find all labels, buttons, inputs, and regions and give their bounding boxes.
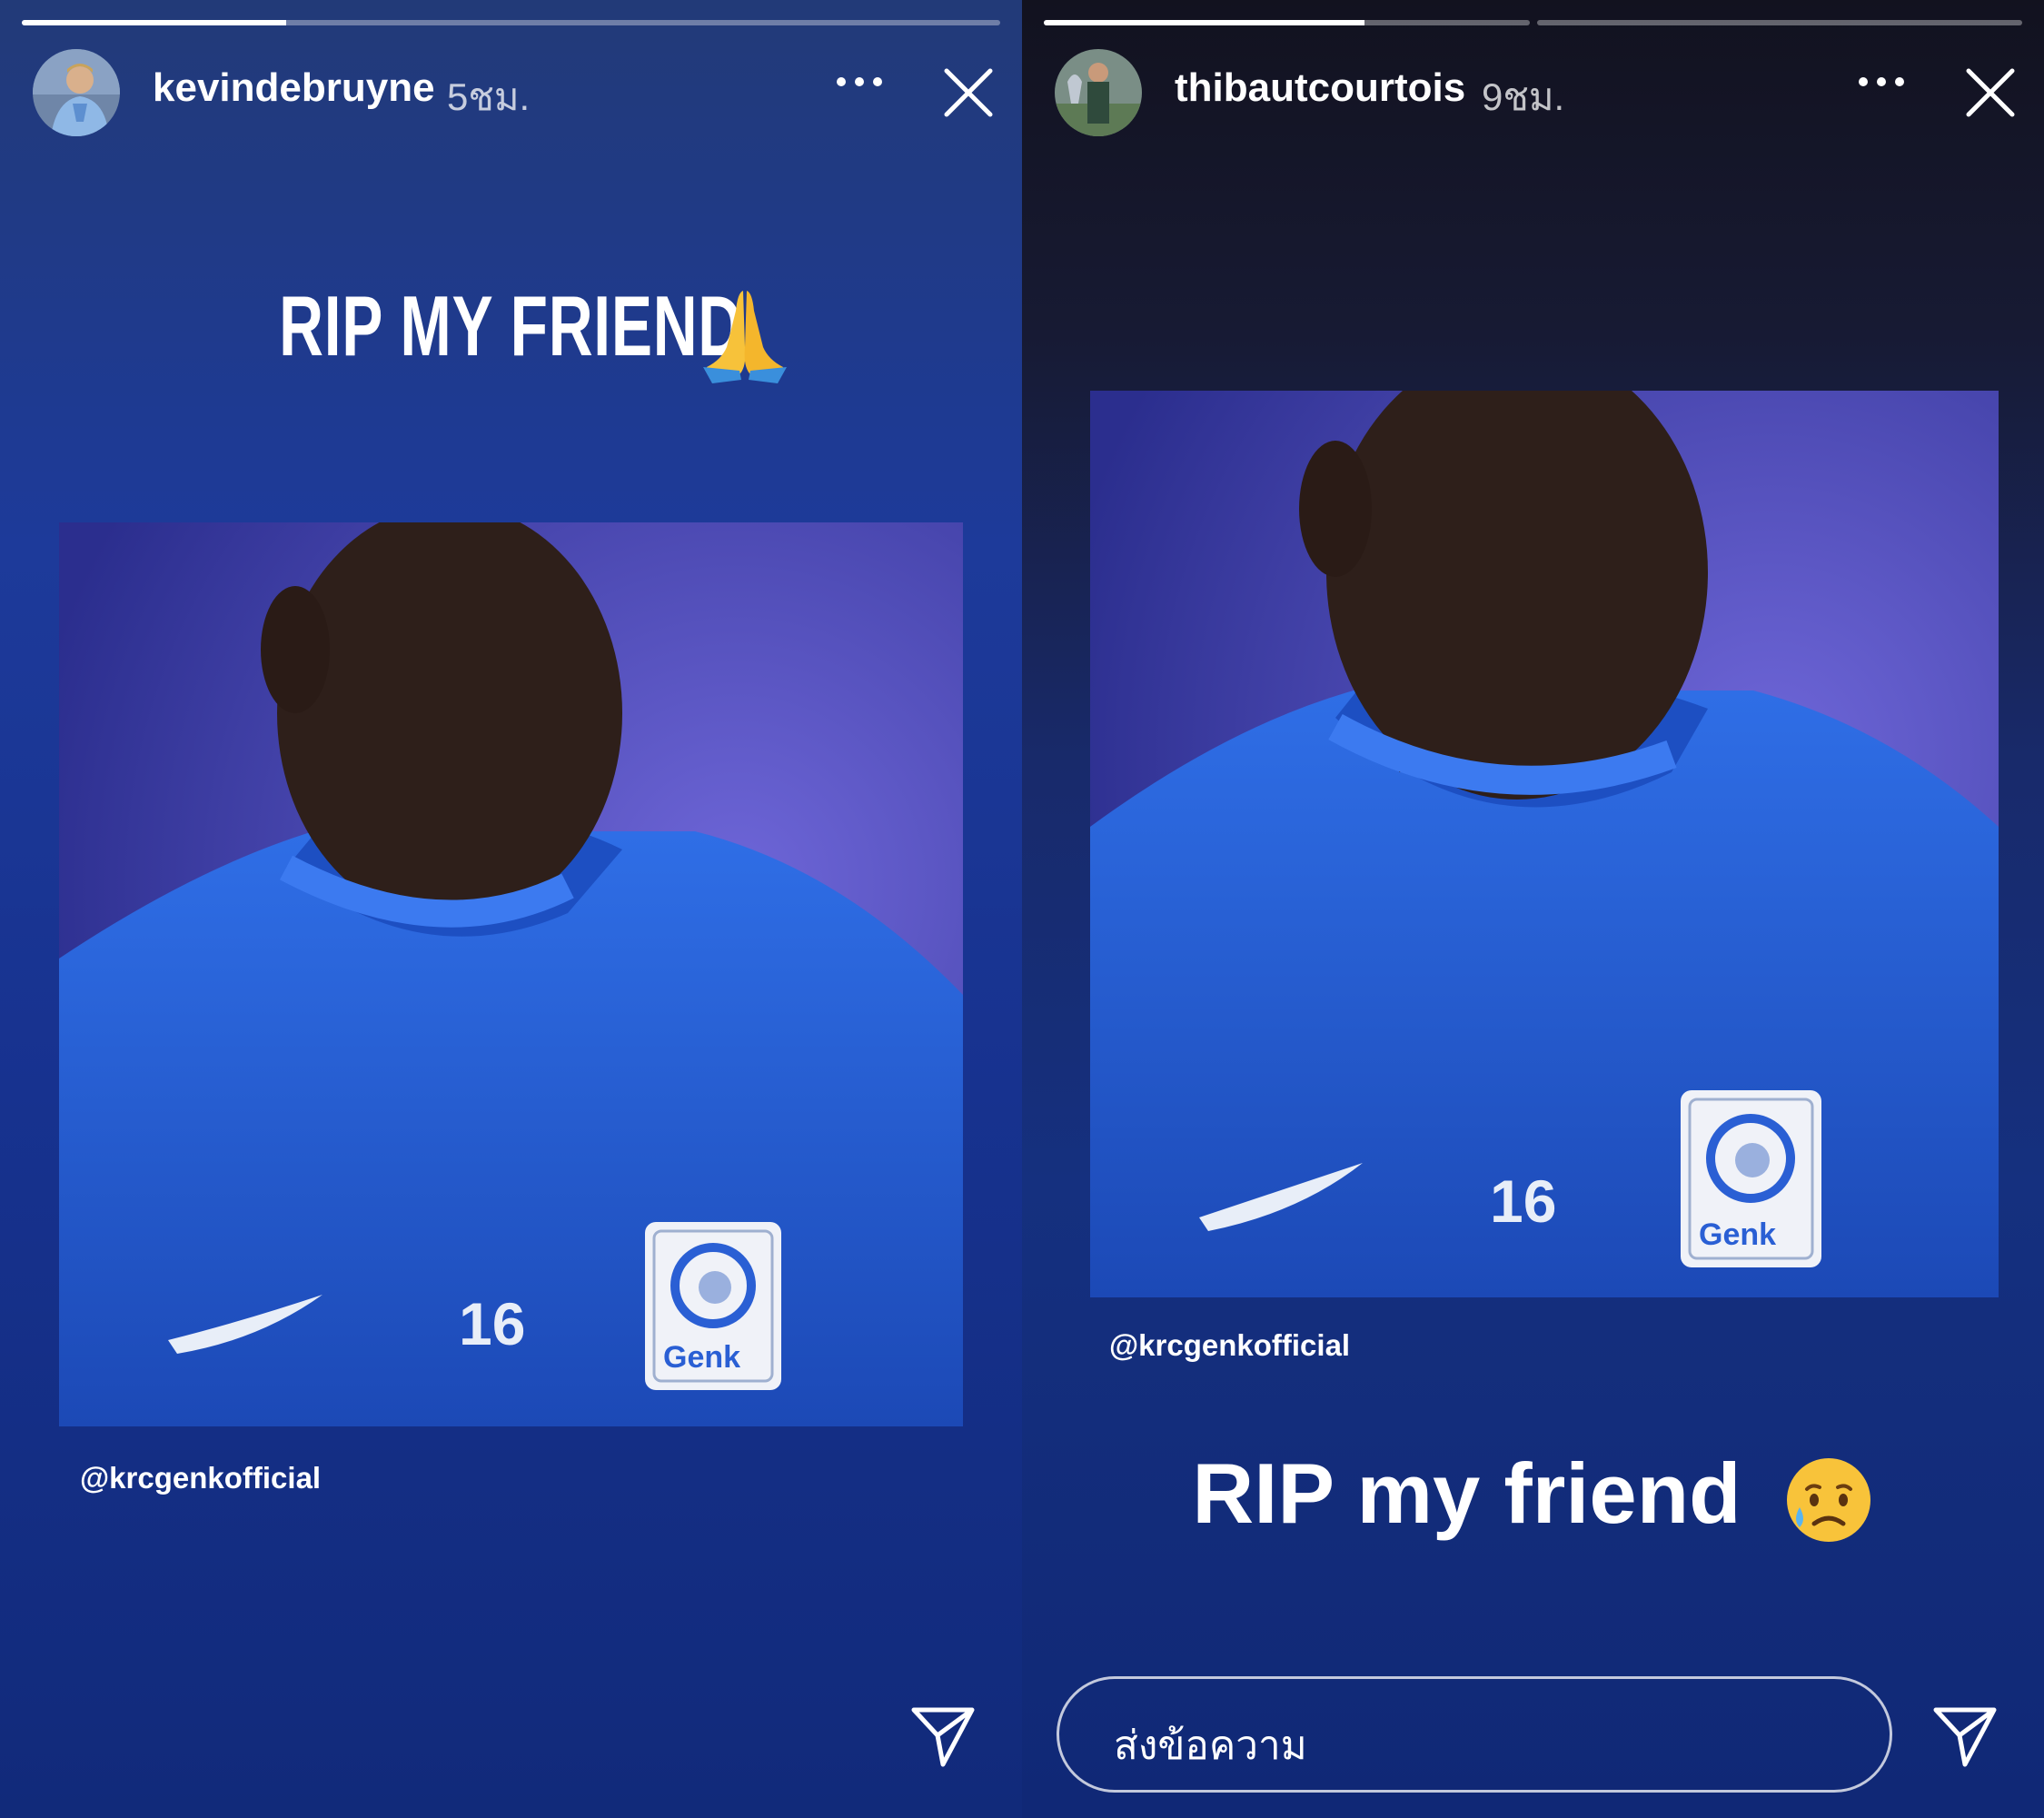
player-photo: 16 Genk <box>59 522 963 1426</box>
photo-credit[interactable]: @krcgenkofficial <box>1109 1328 1350 1363</box>
progress-segment <box>1536 20 2022 25</box>
post-time: 9ชม. <box>1482 75 1565 118</box>
username[interactable]: thibautcourtois <box>1175 65 1465 111</box>
progress-segment <box>1044 20 1530 25</box>
username[interactable]: kevindebruyne <box>153 65 435 111</box>
more-options-icon[interactable] <box>832 71 887 93</box>
send-icon[interactable] <box>1930 1701 1999 1770</box>
close-icon[interactable] <box>1963 65 2018 120</box>
photo-credit[interactable]: @krcgenkofficial <box>80 1461 321 1495</box>
post-time: 5ชม. <box>447 75 531 118</box>
close-icon[interactable] <box>941 65 996 120</box>
send-icon[interactable] <box>908 1701 977 1770</box>
story-panel-kevindebruyne[interactable]: kevindebruyne 5ชม. RIP MY FRIEND 16 Genk… <box>0 0 1022 1818</box>
avatar[interactable] <box>33 49 120 136</box>
story-progress-bar <box>22 20 1000 25</box>
story-photo: 16 Genk <box>59 522 963 1426</box>
jersey-number: 16 <box>459 1290 525 1357</box>
svg-text:16: 16 <box>459 1290 525 1357</box>
svg-text:Genk: Genk <box>1699 1217 1776 1252</box>
caption-text: RIP MY FRIEND <box>279 278 743 373</box>
caption-text: RIP my friend <box>1192 1445 1741 1541</box>
avatar[interactable] <box>1055 49 1142 136</box>
story-comparison: kevindebruyne 5ชม. RIP MY FRIEND 16 Genk… <box>0 0 2044 1818</box>
sad-relieved-face-icon <box>1786 1458 1870 1543</box>
story-panel-thibautcourtois[interactable]: thibautcourtois 9ชม. 16 Genk @krcgenkoff… <box>1022 0 2044 1818</box>
more-options-icon[interactable] <box>1854 71 1909 93</box>
jersey-number: 16 <box>1490 1167 1556 1235</box>
reply-input[interactable]: ส่งข้อความ <box>1057 1676 1892 1793</box>
story-caption: RIP my friend <box>1022 1445 2044 1545</box>
story-progress-bar <box>1044 20 2022 25</box>
story-photo: 16 Genk <box>1090 391 1999 1297</box>
praying-hands-icon <box>703 291 787 383</box>
reply-placeholder: ส่งข้อความ <box>1114 1724 1307 1768</box>
svg-text:Genk: Genk <box>663 1340 740 1375</box>
svg-text:16: 16 <box>1490 1167 1556 1235</box>
progress-segment <box>22 20 1000 25</box>
player-photo: 16 Genk <box>1090 391 1999 1297</box>
